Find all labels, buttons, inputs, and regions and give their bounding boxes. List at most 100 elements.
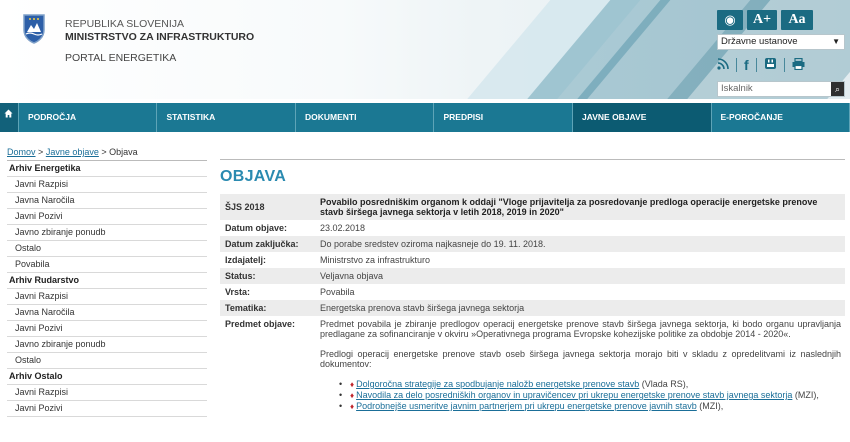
breadcrumb-section-link[interactable]: Javne objave [46, 147, 99, 157]
sidebar-item-javni-pozivi[interactable]: Javni Pozivi [7, 321, 207, 337]
coat-of-arms-icon[interactable] [23, 14, 45, 44]
table-row: ŠJS 2018 Povabilo posredniškim organom k… [220, 194, 845, 220]
row-label: Izdajatelj: [225, 255, 267, 265]
sidebar-item-javni-razpisi[interactable]: Javni Razpisi [7, 177, 207, 193]
nav-item-podrocja[interactable]: PODROČJA [17, 103, 157, 132]
row-label: Tematika: [220, 300, 315, 316]
nav-item-statistika[interactable]: STATISTIKA [156, 103, 295, 132]
sidebar-item-javna-narocila[interactable]: Javna Naročila [7, 305, 207, 321]
sidebar-group-arhiv-rudarstvo[interactable]: Arhiv Rudarstvo [7, 273, 207, 289]
sidebar-item-povabila[interactable]: Povabila [7, 257, 207, 273]
announcement-details-table: ŠJS 2018 Povabilo posredniškim organom k… [220, 194, 845, 415]
pdf-icon: ♦ [350, 402, 355, 411]
table-row: Izdajatelj: Ministrstvo za infrastruktur… [220, 252, 845, 268]
pdf-icon: ♦ [350, 391, 355, 400]
rss-icon[interactable] [717, 57, 729, 73]
pdf-icon: ♦ [350, 380, 355, 389]
brand-portal: PORTAL ENERGETIKA [65, 52, 177, 64]
nav-item-predpisi[interactable]: PREDPISI [433, 103, 572, 132]
sidebar-item-javno-zbiranje-ponudb[interactable]: Javno zbiranje ponudb [7, 225, 207, 241]
document-source: (MZI), [792, 390, 819, 400]
site-search[interactable]: Iskalnik ⌕ [717, 81, 845, 97]
sidebar-group-arhiv-energetika[interactable]: Arhiv Energetika [7, 161, 207, 177]
sidebar-item-javni-razpisi[interactable]: Javni Razpisi [7, 385, 207, 401]
row-value: Do porabe sredstev oziroma najkasneje do… [315, 236, 845, 252]
sidebar-item-ostalo[interactable]: Ostalo [7, 353, 207, 369]
search-icon[interactable]: ⌕ [831, 82, 844, 96]
document-link[interactable]: Dolgoročna strategije za spodbujanje nal… [356, 379, 639, 389]
accessibility-tools: ◉ A+ Aa [717, 10, 845, 30]
row-value: Povabila [320, 287, 355, 297]
row-label: Datum objave: [225, 223, 288, 233]
table-row: Datum objave: 23.02.2018 [220, 220, 845, 236]
breadcrumb: Domov > Javne objave > Objava [7, 147, 138, 157]
brand-country: REPUBLIKA SLOVENIJA [65, 18, 185, 30]
header-tools: ◉ A+ Aa Državne ustanove ▼ f Iskalnik ⌕ [717, 10, 845, 97]
subject-paragraph: Predlogi operacij energetske prenove sta… [320, 349, 841, 369]
site-header: REPUBLIKA SLOVENIJA MINISTRSTVO ZA INFRA… [0, 0, 850, 99]
breadcrumb-separator: > [38, 147, 44, 157]
institutions-select[interactable]: Državne ustanove ▼ [717, 34, 845, 50]
sidebar-item-ostalo[interactable]: Ostalo [7, 241, 207, 257]
sidebar-menu: Arhiv Energetika Javni Razpisi Javna Nar… [7, 160, 207, 417]
row-value: Energetska prenova stavb širšega javnega… [315, 300, 845, 316]
social-links: f [717, 56, 845, 74]
document-source: (MZI), [696, 401, 724, 411]
document-source: (Vlada RS), [639, 379, 689, 389]
document-link[interactable]: Navodila za delo posredniških organov in… [356, 390, 792, 400]
sidebar-item-javna-narocila[interactable]: Javna Naročila [7, 193, 207, 209]
increase-font-button[interactable]: A+ [747, 10, 777, 30]
list-item: ♦Navodila za delo posredniških organov i… [339, 390, 841, 401]
breadcrumb-current: Objava [109, 147, 138, 157]
nav-item-e-porocanje[interactable]: E-POROČANJE [710, 103, 850, 132]
table-row: Status: Veljavna objava [220, 268, 845, 284]
nav-item-dokumenti[interactable]: DOKUMENTI [294, 103, 434, 132]
row-value: Veljavna objava [315, 268, 845, 284]
home-icon[interactable] [0, 103, 18, 132]
document-link[interactable]: Podrobnejše usmeritve javnim partnerjem … [356, 401, 697, 411]
site-brand[interactable]: REPUBLIKA SLOVENIJA MINISTRSTVO ZA INFRA… [65, 18, 254, 65]
search-input[interactable]: Iskalnik [721, 83, 753, 94]
table-row: Vrsta: Povabila [220, 284, 845, 300]
table-row: Predmet objave: Predmet povabila je zbir… [220, 316, 845, 415]
main-navigation: PODROČJA STATISTIKA DOKUMENTI PREDPISI J… [0, 103, 850, 132]
row-label: Datum zaključka: [220, 236, 315, 252]
breadcrumb-home-link[interactable]: Domov [7, 147, 36, 157]
main-content: OBJAVA ŠJS 2018 Povabilo posredniškim or… [220, 159, 845, 415]
row-value: 23.02.2018 [320, 223, 366, 233]
print-icon[interactable] [792, 57, 805, 73]
sidebar-item-javni-pozivi[interactable]: Javni Pozivi [7, 401, 207, 417]
subject-description: Predmet povabila je zbiranje predlogov o… [315, 316, 845, 415]
divider [755, 58, 757, 72]
divider [220, 159, 845, 160]
nav-item-javne-objave[interactable]: JAVNE OBJAVE [572, 103, 711, 132]
documents-list: ♦Dolgoročna strategije za spodbujanje na… [320, 379, 841, 412]
row-label: Vrsta: [225, 287, 251, 297]
divider [783, 58, 785, 72]
brand-ministry: MINISTRSTVO ZA INFRASTRUKTURO [65, 31, 255, 43]
page-title: OBJAVA [220, 168, 287, 185]
subject-paragraph: Predmet povabila je zbiranje predlogov o… [320, 319, 841, 339]
table-row: Datum zaključka: Do porabe sredstev ozir… [220, 236, 845, 252]
row-value: Ministrstvo za infrastrukturo [320, 255, 431, 265]
divider [736, 58, 737, 72]
table-row: Tematika: Energetska prenova stavb širše… [220, 300, 845, 316]
chevron-down-icon: ▼ [832, 37, 840, 46]
list-item: ♦Podrobnejše usmeritve javnim partnerjem… [339, 401, 841, 412]
row-value: Povabilo posredniškim organom k oddaji "… [315, 194, 845, 220]
breadcrumb-separator: > [101, 147, 107, 157]
sidebar-item-javni-pozivi[interactable]: Javni Pozivi [7, 209, 207, 225]
row-label: ŠJS 2018 [220, 194, 315, 220]
eye-icon: ◉ [724, 12, 736, 27]
row-label: Predmet objave: [225, 319, 296, 329]
facebook-icon[interactable]: f [744, 57, 749, 73]
institutions-select-value: Državne ustanove [721, 36, 798, 47]
sidebar-item-javni-razpisi[interactable]: Javni Razpisi [7, 289, 207, 305]
list-item: ♦Dolgoročna strategije za spodbujanje na… [339, 379, 841, 390]
font-size-button[interactable]: Aa [781, 10, 813, 30]
row-label: Status: [220, 268, 315, 284]
youtube-icon[interactable] [764, 57, 777, 73]
contrast-toggle-button[interactable]: ◉ [717, 10, 743, 30]
sidebar-group-arhiv-ostalo[interactable]: Arhiv Ostalo [7, 369, 207, 385]
sidebar-item-javno-zbiranje-ponudb[interactable]: Javno zbiranje ponudb [7, 337, 207, 353]
